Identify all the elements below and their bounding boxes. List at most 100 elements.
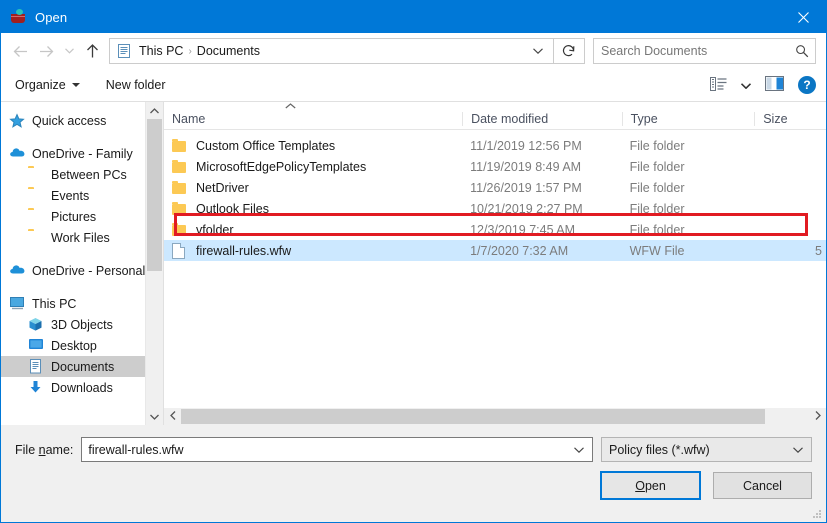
- table-row[interactable]: NetDriver 11/26/2019 1:57 PM File folder: [164, 177, 826, 198]
- search-input[interactable]: Search Documents: [601, 44, 793, 58]
- preview-pane-icon[interactable]: [765, 76, 784, 94]
- file-type: File folder: [629, 138, 685, 153]
- refresh-icon[interactable]: [554, 38, 585, 64]
- sidebar-item-label: OneDrive - Personal: [32, 263, 146, 278]
- sidebar-item-between-pcs[interactable]: Between PCs: [1, 164, 146, 185]
- sidebar-item-label: Pictures: [51, 209, 97, 224]
- sidebar-item-this-pc[interactable]: This PC: [1, 293, 146, 314]
- cube-icon: [28, 317, 45, 333]
- sidebar-item-pictures[interactable]: Pictures: [1, 206, 146, 227]
- documents-icon: [28, 358, 45, 375]
- sidebar-item-label: 3D Objects: [51, 317, 113, 332]
- file-name-input[interactable]: firewall-rules.wfw: [81, 437, 593, 462]
- filter-chevron-down-icon[interactable]: [787, 446, 809, 453]
- folder-icon: [28, 167, 45, 183]
- sidebar-item-label: Work Files: [51, 230, 110, 245]
- file-date: 1/7/2020 7:32 AM: [470, 243, 569, 258]
- file-name-chevron-down-icon[interactable]: [568, 446, 590, 453]
- forward-arrow-icon[interactable]: [33, 38, 59, 64]
- window-title: Open: [35, 9, 68, 25]
- title-bar: Open: [1, 1, 826, 33]
- sidebar-item-events[interactable]: Events: [1, 185, 146, 206]
- view-list-icon[interactable]: [710, 76, 727, 94]
- sidebar-item-onedrive-family[interactable]: OneDrive - Family: [1, 143, 146, 164]
- dialog-body: Quick access OneDrive - Family Between P…: [1, 102, 826, 425]
- folder-icon: [28, 230, 45, 246]
- scrollbar-track[interactable]: [181, 408, 809, 425]
- organize-button[interactable]: Organize: [15, 78, 80, 92]
- sidebar-item-label: Downloads: [51, 380, 113, 395]
- scroll-left-chevron-left-icon[interactable]: [164, 411, 181, 422]
- file-rows: Custom Office Templates 11/1/2019 12:56 …: [164, 130, 826, 261]
- sidebar-item-label: Quick access: [32, 113, 107, 128]
- file-date: 11/19/2019 8:49 AM: [470, 159, 582, 174]
- sidebar-item-quick-access[interactable]: Quick access: [1, 110, 146, 131]
- breadcrumb-documents[interactable]: Documents: [194, 44, 263, 58]
- file-date: 10/21/2019 2:27 PM: [470, 201, 583, 216]
- organize-label: Organize: [15, 78, 66, 92]
- help-icon[interactable]: ?: [798, 76, 816, 94]
- file-name-value: firewall-rules.wfw: [88, 442, 184, 457]
- folder-icon: [164, 181, 188, 194]
- file-name: Custom Office Templates: [196, 138, 336, 153]
- back-arrow-icon[interactable]: [7, 38, 33, 64]
- scrollbar-thumb[interactable]: [147, 119, 162, 271]
- file-type-filter-select[interactable]: Policy files (*.wfw): [601, 437, 812, 462]
- search-icon[interactable]: [793, 44, 811, 58]
- file-type: File folder: [629, 222, 685, 237]
- search-box[interactable]: Search Documents: [593, 38, 816, 64]
- documents-icon: [116, 43, 132, 59]
- sidebar-item-label: Events: [51, 188, 90, 203]
- table-row-selected[interactable]: firewall-rules.wfw 1/7/2020 7:32 AM WFW …: [164, 240, 826, 261]
- file-name: NetDriver: [196, 180, 249, 195]
- file-list-horizontal-scrollbar[interactable]: [164, 408, 826, 425]
- cancel-button[interactable]: Cancel: [713, 472, 812, 499]
- sidebar-item-documents[interactable]: Documents: [1, 356, 146, 377]
- sidebar-item-desktop[interactable]: Desktop: [1, 335, 146, 356]
- cloud-icon: [9, 263, 26, 279]
- file-name: vfolder: [196, 222, 234, 237]
- address-chevron-down-icon[interactable]: [527, 48, 549, 54]
- command-toolbar: Organize New folder ?: [1, 69, 826, 102]
- scroll-right-chevron-right-icon[interactable]: [809, 411, 826, 422]
- table-row[interactable]: vfolder 12/3/2019 7:45 AM File folder: [164, 219, 826, 240]
- breadcrumb-this-pc[interactable]: This PC: [136, 44, 186, 58]
- folder-icon: [28, 209, 45, 225]
- download-icon: [28, 380, 45, 396]
- column-header-date-modified[interactable]: Date modified: [462, 112, 622, 126]
- scroll-up-chevron-up-icon[interactable]: [146, 102, 163, 119]
- new-folder-button[interactable]: New folder: [106, 78, 166, 92]
- folder-icon: [164, 160, 188, 173]
- sidebar-item-label: Desktop: [51, 338, 97, 353]
- recent-locations-chevron-down-icon[interactable]: [59, 38, 79, 64]
- file-date: 12/3/2019 7:45 AM: [470, 222, 576, 237]
- navigation-sidebar: Quick access OneDrive - Family Between P…: [1, 102, 163, 425]
- file-type: WFW File: [629, 243, 685, 258]
- sidebar-item-work-files[interactable]: Work Files: [1, 227, 146, 248]
- table-row[interactable]: Custom Office Templates 11/1/2019 12:56 …: [164, 135, 826, 156]
- sidebar-item-onedrive-personal[interactable]: OneDrive - Personal: [1, 260, 146, 281]
- close-button[interactable]: [780, 1, 826, 33]
- sidebar-scroll-area: Quick access OneDrive - Family Between P…: [1, 102, 146, 425]
- cancel-label: Cancel: [743, 478, 782, 493]
- sidebar-item-label: Between PCs: [51, 167, 127, 182]
- view-chevron-down-icon[interactable]: [740, 78, 752, 92]
- column-header-type[interactable]: Type: [621, 112, 755, 126]
- column-header-size[interactable]: Size: [754, 112, 826, 126]
- open-button[interactable]: Open: [600, 471, 701, 500]
- file-date: 11/26/2019 1:57 PM: [470, 180, 582, 195]
- table-row[interactable]: Outlook Files 10/21/2019 2:27 PM File fo…: [164, 198, 826, 219]
- folder-icon: [164, 223, 188, 236]
- file-list-view: Name Date modified Type Size Custom Offi…: [164, 102, 826, 425]
- sidebar-item-3d-objects[interactable]: 3D Objects: [1, 314, 146, 335]
- sidebar-vertical-scrollbar[interactable]: [145, 102, 163, 425]
- scrollbar-thumb[interactable]: [181, 409, 765, 424]
- up-arrow-icon[interactable]: [79, 38, 105, 64]
- open-file-dialog: Open This PC › Documents Search Document…: [0, 0, 827, 523]
- column-header-name[interactable]: Name: [164, 112, 462, 126]
- address-bar[interactable]: This PC › Documents: [109, 38, 554, 64]
- table-row[interactable]: MicrosoftEdgePolicyTemplates 11/19/2019 …: [164, 156, 826, 177]
- resize-grip-icon[interactable]: [812, 509, 822, 519]
- scroll-down-chevron-down-icon[interactable]: [146, 408, 163, 425]
- sidebar-item-downloads[interactable]: Downloads: [1, 377, 146, 398]
